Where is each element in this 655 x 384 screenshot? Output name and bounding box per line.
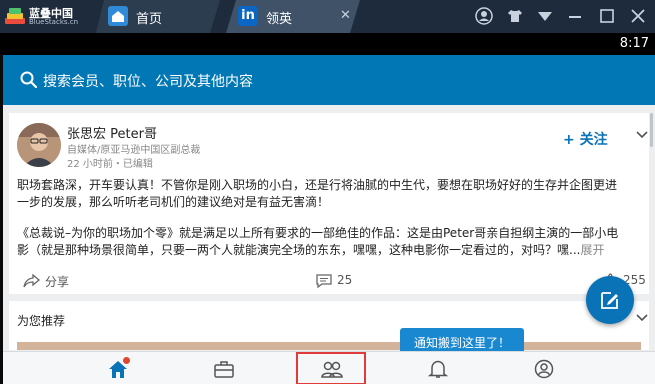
comment-icon: [316, 274, 332, 289]
search-icon: [20, 71, 38, 89]
close-icon[interactable]: [628, 6, 648, 26]
recommend-title: 为您推荐: [17, 314, 66, 328]
emulator-tab-home[interactable]: 首页: [96, 0, 220, 33]
post-timestamp: 22 小时前・已编辑: [67, 159, 153, 170]
chevron-down-icon[interactable]: [635, 311, 649, 325]
people-icon: [321, 361, 343, 378]
avatar[interactable]: [17, 123, 61, 167]
tab-close-icon[interactable]: ✕: [340, 8, 351, 23]
author-name[interactable]: 张思宏 Peter哥: [67, 123, 157, 142]
comment-button[interactable]: 25: [315, 272, 365, 290]
maximize-icon[interactable]: [597, 6, 617, 26]
share-icon: [23, 273, 41, 288]
post-text-body: 《总裁说–为你的职场加个零》就是满足以上所有要求的一部绝佳的作品：这是由Pete…: [17, 226, 619, 257]
brand-sub: BlueStacks.cn: [29, 18, 79, 26]
profile-icon: [534, 359, 554, 379]
bottom-navigation: [3, 351, 655, 384]
bluestacks-logo: 蓝叠中国 BlueStacks.cn: [4, 4, 92, 28]
tooltip-text: 通知搬到这里了！: [413, 336, 510, 350]
android-status-bar: 8:17: [0, 33, 655, 55]
recommend-section[interactable]: 为您推荐: [9, 301, 649, 350]
follow-button[interactable]: + 关注: [563, 129, 608, 149]
nav-notifications[interactable]: [403, 352, 473, 384]
briefcase-icon: [214, 361, 234, 378]
feed[interactable]: 张思宏 Peter哥 自媒体/原亚马逊中国区副总裁 22 小时前・已编辑 + 关…: [3, 105, 655, 350]
shirt-icon[interactable]: [505, 6, 525, 26]
linkedin-icon: in: [238, 6, 258, 26]
search-input[interactable]: 搜索会员、职位、公司及其他内容: [43, 71, 253, 91]
home-icon: [108, 6, 128, 26]
emulator-tab-linkedin[interactable]: in 领英 ✕: [226, 0, 360, 33]
emulator-title-bar: 蓝叠中国 BlueStacks.cn 首页 in 领英 ✕: [0, 0, 655, 33]
recommend-thumbnail: [17, 342, 641, 350]
status-time: 8:17: [619, 36, 649, 51]
nav-jobs[interactable]: [189, 352, 259, 384]
nav-network[interactable]: [296, 352, 366, 384]
chevron-down-icon[interactable]: [635, 128, 649, 142]
comment-count: 25: [337, 273, 353, 287]
search-bar[interactable]: 搜索会员、职位、公司及其他内容: [3, 55, 655, 105]
compose-post-button[interactable]: [586, 276, 634, 324]
post-text: 职场套路深，开车要认真！不管你是刚入职场的小白，还是行将油腻的中生代，要想在职场…: [17, 178, 618, 209]
tab-label: 首页: [136, 12, 163, 27]
share-label: 分享: [45, 275, 70, 289]
avatar-image: [17, 123, 61, 167]
bluestacks-logo-icon: [5, 8, 25, 24]
linkedin-app: 搜索会员、职位、公司及其他内容 张思宏 Peter哥 自媒体/原亚马逊中国区副总: [0, 55, 655, 384]
post-actions: 分享 25 255: [9, 267, 649, 294]
notification-badge: [123, 357, 130, 364]
feed-scrollbar[interactable]: [650, 113, 653, 147]
nav-home[interactable]: [83, 352, 153, 384]
author-title: 自媒体/原亚马逊中国区副总裁: [67, 145, 201, 156]
bell-icon: [427, 360, 449, 378]
share-button[interactable]: 分享: [23, 272, 93, 290]
account-icon[interactable]: [474, 6, 494, 26]
expand-link[interactable]: 展开: [580, 243, 604, 257]
post-text-continued: 《总裁说–为你的职场加个零》就是满足以上所有要求的一部绝佳的作品：这是由Pete…: [17, 225, 629, 259]
post-card[interactable]: 张思宏 Peter哥 自媒体/原亚马逊中国区副总裁 22 小时前・已编辑 + 关…: [9, 113, 649, 294]
tab-label: 领英: [266, 12, 293, 27]
nav-me[interactable]: [509, 352, 579, 384]
minimize-icon[interactable]: [565, 6, 585, 26]
edit-icon: [601, 292, 618, 309]
wifi-icon[interactable]: [535, 6, 555, 26]
app-content: 搜索会员、职位、公司及其他内容 张思宏 Peter哥 自媒体/原亚马逊中国区副总: [3, 55, 655, 384]
